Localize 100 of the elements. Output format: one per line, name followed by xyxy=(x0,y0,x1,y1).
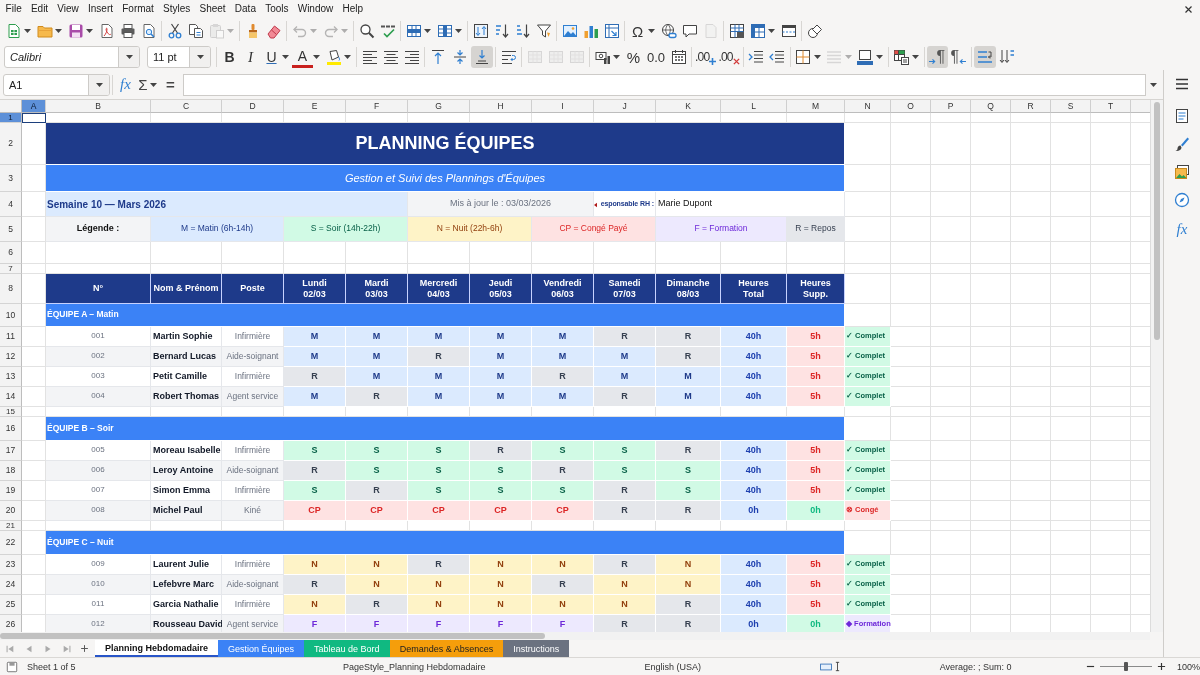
row-header[interactable]: 10 xyxy=(0,304,22,327)
align-right-icon[interactable] xyxy=(403,49,420,65)
print-preview-icon[interactable] xyxy=(140,23,157,39)
calendar-icon[interactable] xyxy=(670,49,687,65)
dropdown-button[interactable] xyxy=(189,47,210,67)
delete-decimal-button[interactable]: .00 xyxy=(717,46,741,68)
font-size-field[interactable]: 11 pt xyxy=(147,46,211,68)
image-icon[interactable] xyxy=(561,23,578,39)
row-header[interactable]: 2 xyxy=(0,123,22,165)
decrease-indent-icon[interactable] xyxy=(769,49,786,65)
zoom-level[interactable]: 100% xyxy=(1176,661,1200,672)
banknote-icon[interactable] xyxy=(594,49,611,65)
caret-icon[interactable] xyxy=(768,29,775,33)
sheet-tab[interactable]: Planning Hebdomadaire xyxy=(95,640,219,657)
scrollbar-thumb[interactable] xyxy=(1154,102,1160,340)
caret-icon[interactable] xyxy=(1150,82,1157,87)
spellcheck-icon[interactable] xyxy=(379,23,396,39)
print-area-icon[interactable] xyxy=(728,23,745,39)
right-to-left-button[interactable]: ¶ xyxy=(947,46,969,68)
caret-icon[interactable] xyxy=(24,29,31,33)
slider-thumb[interactable] xyxy=(1123,662,1128,671)
sort-descending-icon[interactable] xyxy=(514,23,531,39)
column-header[interactable]: F xyxy=(346,100,408,113)
column-header[interactable]: R xyxy=(1011,100,1051,113)
caret-icon[interactable] xyxy=(648,29,655,33)
sort-ascending-icon[interactable] xyxy=(493,23,510,39)
row-header[interactable]: 11 xyxy=(0,327,22,347)
column-header[interactable]: L xyxy=(721,100,787,113)
caret-icon[interactable] xyxy=(455,29,462,33)
menu-item[interactable]: Styles xyxy=(158,2,195,16)
printer-icon[interactable] xyxy=(119,23,136,39)
row-header[interactable]: 17 xyxy=(0,441,22,461)
row-header[interactable]: 12 xyxy=(0,347,22,367)
add-decimal-button[interactable]: .00 xyxy=(694,46,718,68)
italic-button[interactable]: I xyxy=(240,46,261,68)
caret-icon[interactable] xyxy=(196,55,204,59)
skip-start-icon[interactable] xyxy=(5,643,15,654)
font-color-button[interactable]: A xyxy=(292,46,313,68)
wrap-lines-icon[interactable] xyxy=(500,49,517,65)
left-to-right-button[interactable]: ¶ xyxy=(926,46,948,68)
caret-icon[interactable] xyxy=(813,55,821,59)
menu-item[interactable]: Tools xyxy=(260,2,294,16)
column-header[interactable]: T xyxy=(1091,100,1131,113)
align-left-icon[interactable] xyxy=(361,49,378,65)
caret-icon[interactable] xyxy=(86,29,93,33)
borders-icon[interactable] xyxy=(795,49,812,65)
plus-icon[interactable] xyxy=(80,644,89,653)
shapes-icon[interactable] xyxy=(806,23,823,39)
menu-item[interactable]: View xyxy=(52,2,84,16)
row-header[interactable]: 16 xyxy=(0,417,22,441)
compass-icon[interactable] xyxy=(1174,192,1190,208)
column-header[interactable]: D xyxy=(222,100,284,113)
functions-button[interactable]: fx xyxy=(1171,220,1193,238)
caret-icon[interactable] xyxy=(125,55,133,59)
bold-button[interactable]: B xyxy=(219,46,240,68)
formula-input[interactable] xyxy=(183,73,1146,96)
eraser-icon[interactable] xyxy=(265,23,282,39)
row-header[interactable]: 25 xyxy=(0,595,22,615)
row-header[interactable]: 24 xyxy=(0,575,22,595)
column-header[interactable]: M xyxy=(787,100,845,113)
column-header[interactable]: C xyxy=(151,100,222,113)
font-name-field[interactable]: Calibri xyxy=(4,46,140,68)
row-header[interactable]: 21 xyxy=(0,521,22,531)
column-header[interactable]: I xyxy=(532,100,594,113)
menu-item[interactable]: Data xyxy=(230,2,261,16)
caret-icon[interactable] xyxy=(911,55,919,59)
menu-item[interactable]: Insert xyxy=(83,2,118,16)
caret-icon[interactable] xyxy=(313,55,320,59)
menu-item[interactable]: Window xyxy=(293,2,338,16)
row-header[interactable]: 23 xyxy=(0,555,22,575)
menu-item[interactable]: File xyxy=(1,2,27,16)
dropdown-button[interactable] xyxy=(88,74,109,95)
row-header[interactable]: 18 xyxy=(0,461,22,481)
horizontal-scrollbar[interactable] xyxy=(0,632,1150,640)
row-header[interactable]: 15 xyxy=(0,407,22,417)
pdf-document-icon[interactable] xyxy=(98,23,115,39)
vertical-scrollbar[interactable] xyxy=(1150,100,1163,632)
row-header[interactable]: 20 xyxy=(0,501,22,521)
row-header[interactable]: 26 xyxy=(0,615,22,632)
menu-item[interactable]: Edit xyxy=(26,2,53,16)
caret-icon[interactable] xyxy=(150,82,157,87)
name-box[interactable]: A1 xyxy=(3,73,110,96)
plus-icon[interactable] xyxy=(1156,662,1166,671)
copy-icon[interactable] xyxy=(187,23,204,39)
close-icon[interactable] xyxy=(1184,4,1193,14)
caret-icon[interactable] xyxy=(55,29,62,33)
row-header[interactable]: 14 xyxy=(0,387,22,407)
highlighter-icon[interactable] xyxy=(325,49,342,65)
selection-mode-icon[interactable] xyxy=(820,661,833,672)
column-header[interactable]: B xyxy=(46,100,151,113)
column-header[interactable]: S xyxy=(1051,100,1091,113)
column-header[interactable]: N xyxy=(845,100,891,113)
border-color-icon[interactable] xyxy=(857,49,874,65)
page-style[interactable]: PageStyle_Planning Hebdomadaire xyxy=(342,661,486,672)
split-window-icon[interactable] xyxy=(780,23,797,39)
menu-item[interactable]: Sheet xyxy=(194,2,231,16)
pivot-table-icon[interactable] xyxy=(603,23,620,39)
row-header[interactable]: 7 xyxy=(0,264,22,274)
row-header[interactable]: 6 xyxy=(0,242,22,264)
globe-link-icon[interactable] xyxy=(660,23,677,39)
